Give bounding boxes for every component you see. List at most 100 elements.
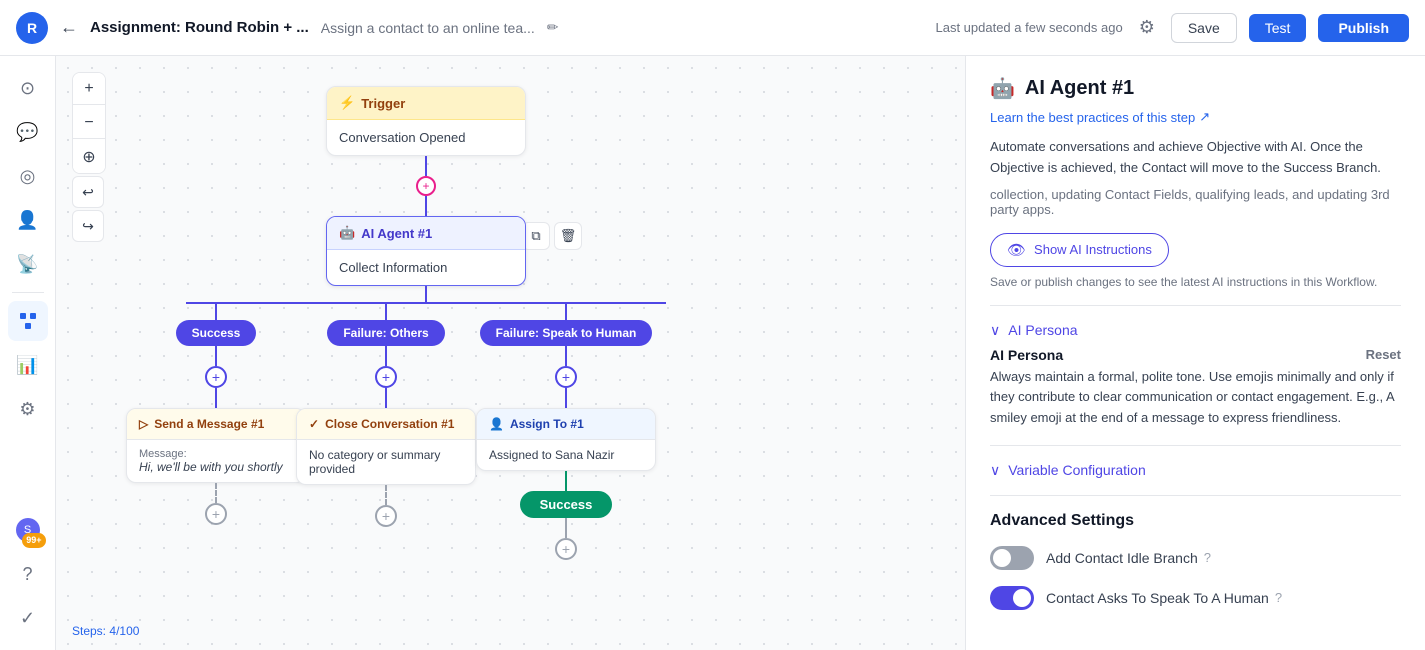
ai-agent-node[interactable]: 🤖 AI Agent #1 Collect Information [326, 216, 526, 286]
success-branch: Success + ▷ Send a Message #1 Message: H [136, 304, 296, 560]
sidebar-item-chat[interactable]: 💬 [8, 112, 48, 152]
ai-persona-reset-button[interactable]: Reset [1366, 347, 1401, 363]
sidebar-item-user[interactable]: S 99+ [8, 510, 48, 550]
close-conversation-node[interactable]: ✓ Close Conversation #1 No category or s… [296, 408, 476, 485]
flow-root: ⚡ Trigger Conversation Opened + ⧉ 🗑 [176, 86, 676, 560]
add-after-msg-button[interactable]: + [205, 503, 227, 525]
variable-config-label: Variable Configuration [1008, 462, 1146, 478]
trigger-node[interactable]: ⚡ Trigger Conversation Opened [326, 86, 526, 156]
panel-divider-1 [990, 305, 1401, 306]
chevron-down-icon: ∨ [990, 322, 1000, 339]
undo-redo-controls: ↩ ↪ [72, 176, 104, 242]
add-after-success-button[interactable]: + [555, 538, 577, 560]
test-button[interactable]: Test [1249, 14, 1307, 42]
learn-link[interactable]: Learn the best practices of this step ↗ [990, 109, 1401, 125]
idle-branch-label: Add Contact Idle Branch ? [1046, 550, 1211, 566]
send-msg-title: Send a Message #1 [154, 417, 264, 431]
close-icon: ✓ [309, 417, 319, 431]
gear-button[interactable]: ⚙ [1135, 13, 1159, 42]
sidebar-item-settings[interactable]: ⚙ [8, 389, 48, 429]
canvas-zoom-controls: + − ⊕ [72, 72, 106, 174]
sidebar-item-target[interactable]: ◎ [8, 156, 48, 196]
panel-divider-2 [990, 445, 1401, 446]
speak-human-help-icon[interactable]: ? [1275, 590, 1282, 605]
add-node-button-1[interactable]: + [416, 176, 436, 196]
trigger-body: Conversation Opened [327, 120, 525, 155]
idle-branch-toggle-row: Add Contact Idle Branch ? [990, 546, 1401, 570]
panel-title-icon: 🤖 [990, 76, 1015, 101]
sidebar-item-diagram[interactable] [8, 301, 48, 341]
show-instructions-button[interactable]: 👁 Show AI Instructions [990, 233, 1169, 267]
ai-persona-text: Always maintain a formal, polite tone. U… [990, 367, 1401, 429]
undo-button[interactable]: ↩ [72, 176, 104, 208]
send-message-node[interactable]: ▷ Send a Message #1 Message: Hi, we'll b… [126, 408, 306, 483]
right-panel: 🤖 AI Agent #1 Learn the best practices o… [965, 56, 1425, 650]
back-button[interactable]: ← [60, 17, 78, 38]
sidebar-item-broadcast[interactable]: 📡 [8, 244, 48, 284]
redo-button[interactable]: ↪ [72, 210, 104, 242]
close-body: No category or summary provided [297, 440, 475, 484]
zoom-in-button[interactable]: + [73, 73, 105, 105]
sidebar-item-contacts[interactable]: 👤 [8, 200, 48, 240]
success-branch-pill[interactable]: Success [176, 320, 257, 346]
sidebar-item-home[interactable]: ⊙ [8, 68, 48, 108]
add-success-node-button[interactable]: + [205, 366, 227, 388]
failure-speak-pill[interactable]: Failure: Speak to Human [480, 320, 653, 346]
advanced-settings-section: Advanced Settings Add Contact Idle Branc… [990, 512, 1401, 610]
ai-agent-label: AI Agent #1 [361, 226, 432, 241]
avatar: R [16, 12, 48, 44]
last-updated: Last updated a few seconds ago [935, 20, 1122, 35]
idle-branch-toggle[interactable] [990, 546, 1034, 570]
chevron-down-icon-2: ∨ [990, 462, 1000, 479]
show-instructions-label: Show AI Instructions [1034, 242, 1152, 257]
panel-title: 🤖 AI Agent #1 [990, 76, 1401, 101]
app-header: R ← Assignment: Round Robin + ... Assign… [0, 0, 1425, 56]
variable-config-accordion-header[interactable]: ∨ Variable Configuration [990, 462, 1401, 479]
sidebar-item-check[interactable]: ✓ [8, 598, 48, 638]
panel-title-text: AI Agent #1 [1025, 77, 1134, 100]
learn-link-text: Learn the best practices of this step [990, 110, 1195, 125]
assign-body: Assigned to Sana Nazir [477, 440, 655, 470]
assign-to-node[interactable]: 👤 Assign To #1 Assigned to Sana Nazir [476, 408, 656, 471]
publish-button[interactable]: Publish [1318, 14, 1409, 42]
header-description: Assign a contact to an online tea... [321, 20, 535, 36]
add-failure-others-node-button[interactable]: + [375, 366, 397, 388]
send-msg-icon: ▷ [139, 417, 148, 431]
edit-button[interactable]: ✏ [547, 19, 559, 36]
panel-description: Automate conversations and achieve Objec… [990, 137, 1401, 179]
external-link-icon: ↗ [1199, 109, 1210, 125]
sidebar-item-reports[interactable]: 📊 [8, 345, 48, 385]
send-msg-body: Message: Hi, we'll be with you shortly [127, 440, 305, 482]
variable-config-section: ∨ Variable Configuration [990, 462, 1401, 479]
node-tools: ⧉ 🗑 [522, 222, 582, 250]
trigger-label: Trigger [361, 96, 405, 111]
page-title: Assignment: Round Robin + ... [90, 19, 309, 36]
speak-human-toggle[interactable] [990, 586, 1034, 610]
delete-node-button[interactable]: 🗑 [554, 222, 582, 250]
assign-icon: 👤 [489, 417, 504, 431]
close-title: Close Conversation #1 [325, 417, 454, 431]
add-failure-speak-node-button[interactable]: + [555, 366, 577, 388]
ai-persona-label-row: AI Persona Reset [990, 347, 1401, 363]
sidebar-item-help[interactable]: ? [8, 554, 48, 594]
steps-counter: Steps: 4/100 [72, 624, 139, 638]
save-button[interactable]: Save [1171, 13, 1237, 43]
main-layout: ⊙ 💬 ◎ 👤 📡 📊 ⚙ S 99+ ? ✓ + − ⊕ ↩ ↪ [0, 56, 1425, 650]
speak-human-toggle-row: Contact Asks To Speak To A Human ? [990, 586, 1401, 610]
failure-others-pill[interactable]: Failure: Others [327, 320, 444, 346]
ai-persona-section: ∨ AI Persona AI Persona Reset Always mai… [990, 322, 1401, 429]
trigger-icon: ⚡ [339, 95, 355, 111]
add-after-close-button[interactable]: + [375, 505, 397, 527]
fit-button[interactable]: ⊕ [73, 141, 105, 173]
ai-persona-accordion-header[interactable]: ∨ AI Persona [990, 322, 1401, 339]
idle-branch-help-icon[interactable]: ? [1204, 550, 1211, 565]
advanced-settings-title: Advanced Settings [990, 512, 1401, 530]
zoom-out-button[interactable]: − [73, 107, 105, 139]
copy-node-button[interactable]: ⧉ [522, 222, 550, 250]
ai-persona-label-text: AI Persona [990, 347, 1063, 363]
assign-title: Assign To #1 [510, 417, 584, 431]
panel-divider-3 [990, 495, 1401, 496]
failure-speak-branch: Failure: Speak to Human + 👤 Assign To #1… [476, 304, 656, 560]
ai-agent-body: Collect Information [327, 250, 525, 285]
eye-icon: 👁 [1007, 241, 1026, 259]
